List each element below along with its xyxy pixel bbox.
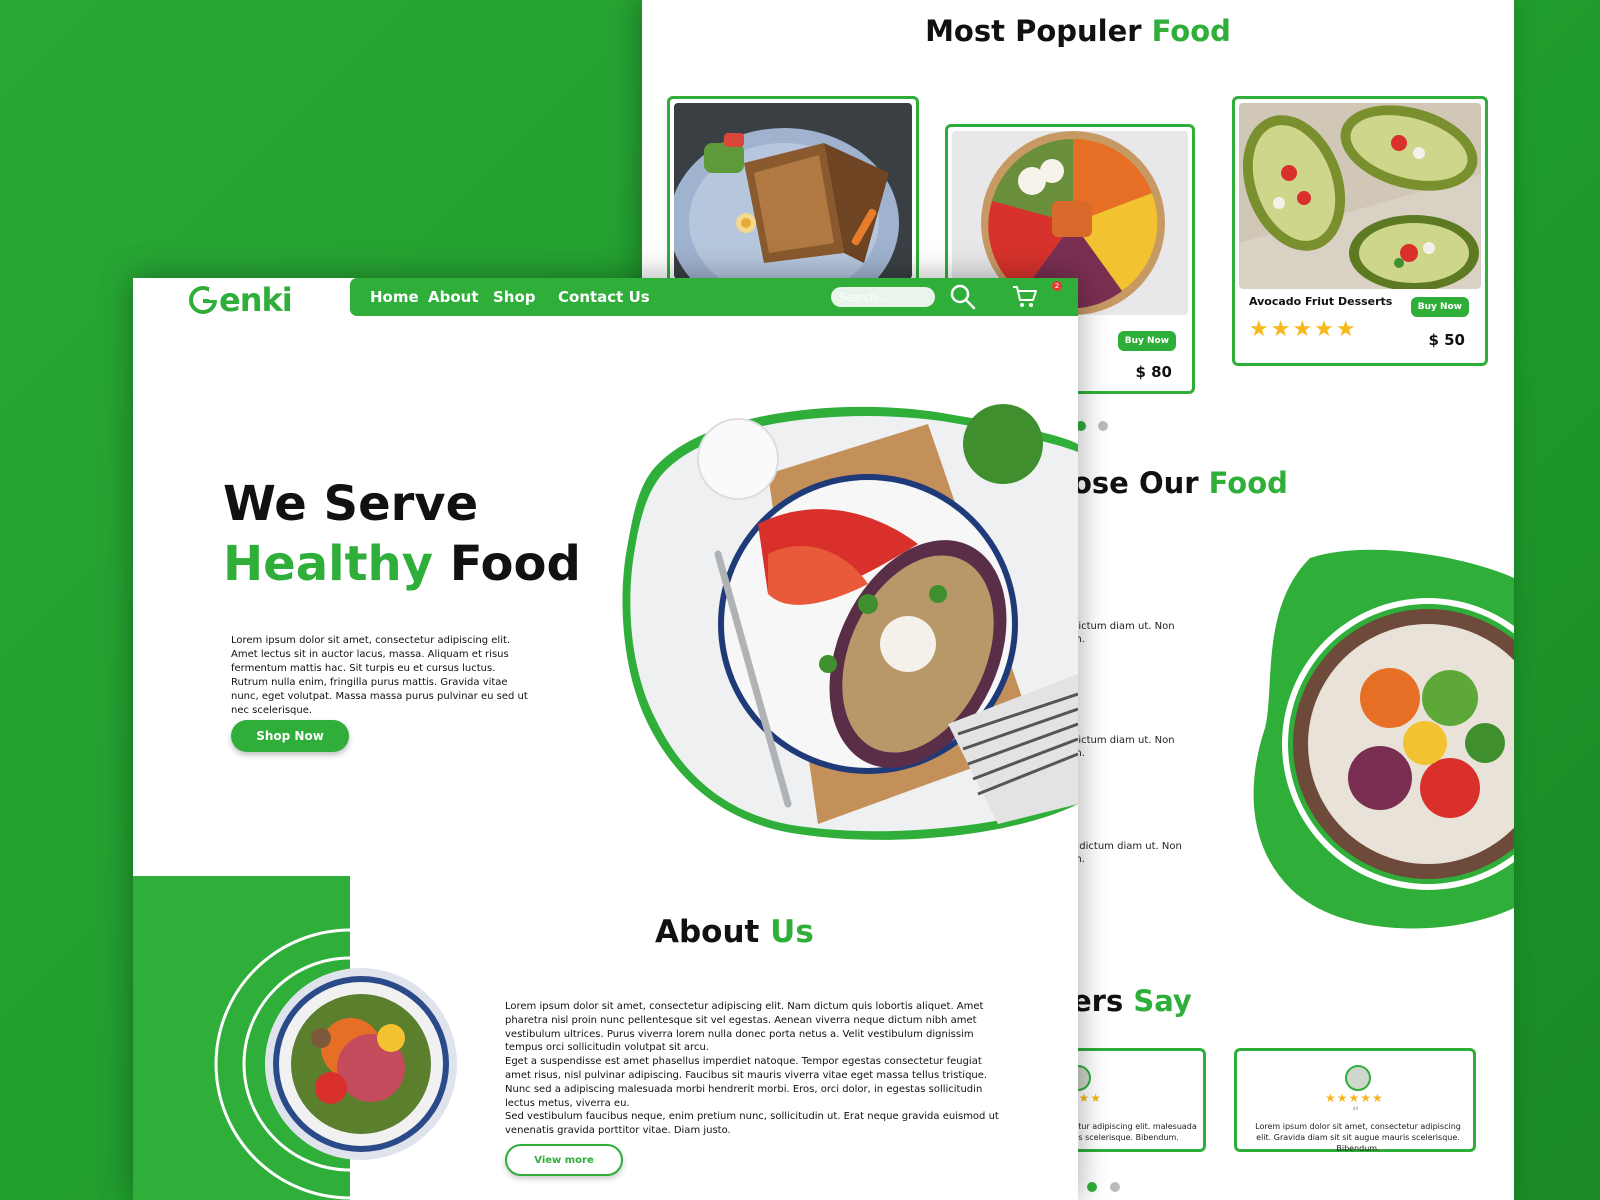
card-title: Avocado Friut Desserts xyxy=(1249,295,1393,308)
shop-now-button[interactable]: Shop Now xyxy=(231,720,349,752)
logo-g-icon xyxy=(189,286,217,314)
reason-item: dictum diam ut. Non m. xyxy=(1072,734,1175,760)
hero-title-line1: We Serve xyxy=(223,476,479,532)
testimonials-title-black: ers xyxy=(1072,984,1124,1018)
reason-text: dictum diam ut. Non xyxy=(1072,735,1175,746)
quote-icon: “ xyxy=(1352,1105,1360,1121)
buy-now-button[interactable]: Buy Now xyxy=(1410,297,1469,317)
reason-text: m. xyxy=(1072,634,1085,645)
hero-food-image xyxy=(622,404,1078,840)
sandwich-image xyxy=(674,103,912,279)
reason-text: dictum diam ut. Non xyxy=(1072,621,1175,632)
cart-icon[interactable] xyxy=(1012,285,1038,309)
nav-home[interactable]: Home xyxy=(370,288,419,306)
hero-title-green: Healthy xyxy=(223,536,433,592)
about-title-green: Us xyxy=(770,914,814,950)
reason-item: r dictum diam ut. Non m. xyxy=(1072,840,1182,866)
rating-stars: ★★★★★ xyxy=(1325,1091,1384,1105)
about-description: Lorem ipsum dolor sit amet, consectetur … xyxy=(505,1000,1005,1138)
reason-text: m. xyxy=(1072,748,1085,759)
nav-bar: Home About Shop Contact Us 2 xyxy=(350,278,1078,316)
hero-description: Lorem ipsum dolor sit amet, consectetur … xyxy=(231,635,528,716)
search-input[interactable] xyxy=(831,287,935,307)
choose-title-green: Food xyxy=(1208,466,1288,500)
reason-text: r dictum diam ut. Non xyxy=(1072,841,1182,852)
choose-title-black: ose Our xyxy=(1072,466,1199,500)
logo[interactable]: enki xyxy=(189,280,293,320)
testimonial-text: Lorem ipsum dolor sit amet, consectetur … xyxy=(1255,1122,1461,1153)
popular-title: Most Populer Food xyxy=(642,14,1514,48)
logo-text: enki xyxy=(219,281,293,319)
popular-title-black: Most Populer xyxy=(925,14,1142,48)
nav-about[interactable]: About xyxy=(428,288,479,306)
about-paragraph: Sed vestibulum faucibus neque, enim pret… xyxy=(505,1111,999,1137)
about-title-black: About xyxy=(655,914,760,950)
about-paragraph: Lorem ipsum dolor sit amet, consectetur … xyxy=(505,1001,984,1054)
carousel-dot[interactable] xyxy=(1098,421,1108,431)
testimonials-title-green: Say xyxy=(1133,984,1192,1018)
nav-shop[interactable]: Shop xyxy=(493,288,536,306)
cart-count-badge: 2 xyxy=(1052,281,1062,291)
carousel-dot[interactable] xyxy=(1110,1182,1120,1192)
search-icon[interactable] xyxy=(950,284,976,310)
about-food-image xyxy=(214,928,457,1200)
hero-title-rest: Food xyxy=(449,536,581,592)
hero-title: We Serve Healthy Food xyxy=(223,474,581,594)
about-paragraph: Eget a suspendisse est amet phasellus im… xyxy=(505,1056,988,1109)
buy-now-button[interactable]: Buy Now xyxy=(1117,331,1176,351)
food-card-sandwich[interactable] xyxy=(667,96,919,286)
front-page: enki Home About Shop Contact Us 2 We Ser… xyxy=(133,278,1078,1200)
rating-stars: ★★★★★ xyxy=(1249,317,1358,342)
carousel-dot-active[interactable] xyxy=(1087,1182,1097,1192)
avocado-image xyxy=(1239,103,1481,289)
reason-text: m. xyxy=(1072,854,1085,865)
popular-title-green: Food xyxy=(1151,14,1231,48)
nav-contact[interactable]: Contact Us xyxy=(558,288,650,306)
testimonial-card: ★★★★★ “ Lorem ipsum dolor sit amet, cons… xyxy=(1234,1048,1476,1153)
about-title: About Us xyxy=(655,914,814,950)
salad-blob-image xyxy=(1253,549,1514,929)
price-label: $ 80 xyxy=(1135,363,1172,381)
price-label: $ 50 xyxy=(1428,331,1465,349)
avatar xyxy=(1345,1065,1371,1091)
food-card-avocado[interactable]: Avocado Friut Desserts Buy Now ★★★★★ $ 5… xyxy=(1232,96,1488,366)
view-more-button[interactable]: View more xyxy=(505,1144,623,1176)
choose-title: ose Our Food xyxy=(1072,466,1288,500)
testimonials-title: ers Say xyxy=(1072,984,1192,1018)
reason-item: dictum diam ut. Non m. xyxy=(1072,620,1175,646)
